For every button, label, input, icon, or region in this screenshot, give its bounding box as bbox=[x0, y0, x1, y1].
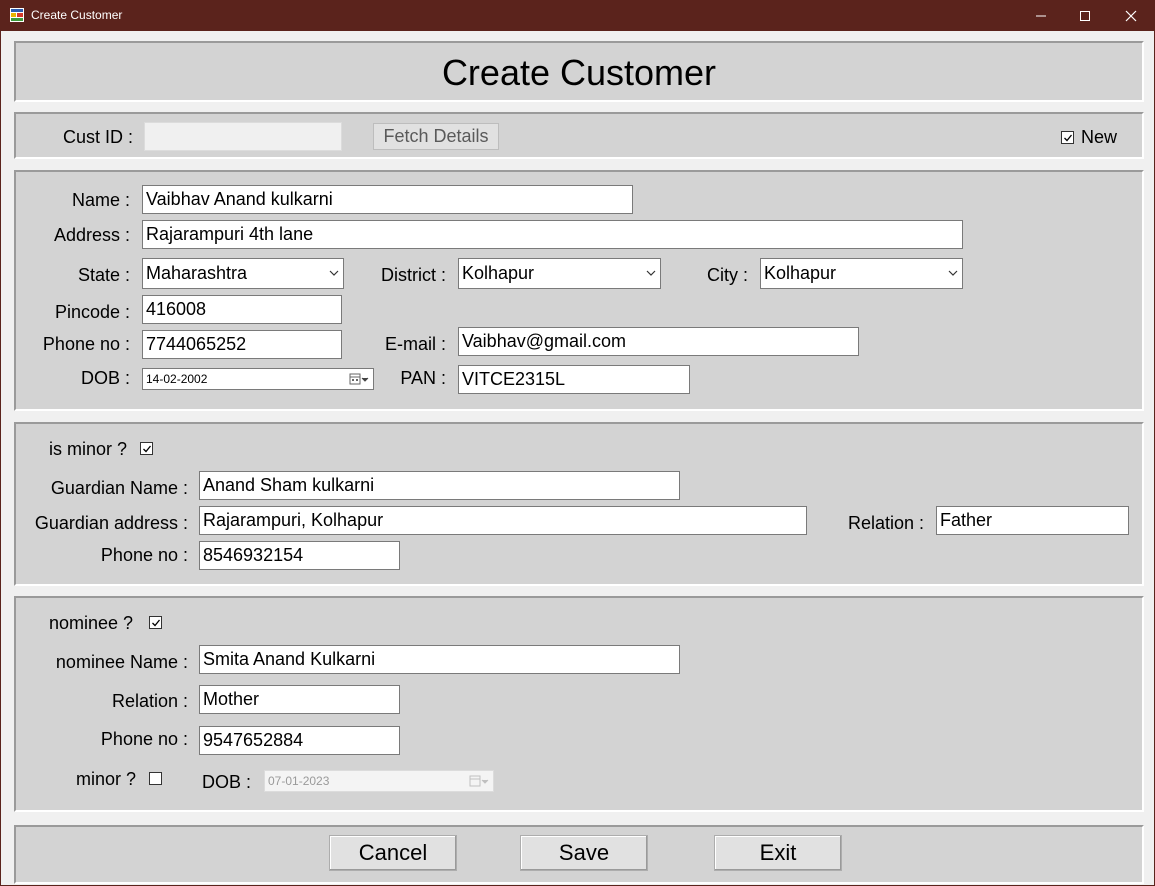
checkmark-icon bbox=[1064, 134, 1073, 142]
close-button[interactable] bbox=[1108, 0, 1154, 31]
cust-id-label: Cust ID : bbox=[63, 127, 134, 147]
fetch-details-button[interactable]: Fetch Details bbox=[373, 123, 499, 150]
state-value: Maharashtra bbox=[146, 263, 248, 283]
nominee-minor-checkbox[interactable] bbox=[149, 772, 162, 785]
guardian-phone-label: Phone no : bbox=[100, 545, 188, 565]
email-input[interactable]: Vaibhav@gmail.com bbox=[458, 327, 859, 356]
name-input[interactable]: Vaibhav Anand kulkarni bbox=[142, 185, 633, 214]
window-titlebar: Create Customer bbox=[0, 0, 1155, 31]
minimize-button[interactable] bbox=[1018, 0, 1064, 31]
fetch-panel: Cust ID : Fetch Details New bbox=[14, 112, 1144, 159]
window-title: Create Customer bbox=[31, 8, 123, 22]
minimize-icon bbox=[1036, 15, 1046, 16]
app-icon bbox=[10, 8, 24, 22]
form-client-area: Create Customer Cust ID : Fetch Details … bbox=[0, 31, 1155, 886]
calendar-icon bbox=[469, 775, 489, 787]
dob-value: 14-02-2002 bbox=[146, 372, 208, 386]
city-value: Kolhapur bbox=[764, 263, 837, 283]
phone-label: Phone no : bbox=[42, 334, 130, 354]
pan-input[interactable]: VITCE2315L bbox=[458, 365, 690, 394]
cancel-button[interactable]: Cancel bbox=[329, 835, 457, 871]
guardian-relation-input[interactable]: Father bbox=[936, 506, 1129, 535]
nominee-name-label: nominee Name : bbox=[55, 652, 188, 672]
pincode-input[interactable]: 416008 bbox=[142, 295, 342, 324]
guardian-panel: is minor ? Guardian Name : Anand Sham ku… bbox=[14, 422, 1144, 586]
is-minor-label: is minor ? bbox=[49, 439, 128, 459]
checkmark-icon bbox=[152, 619, 161, 627]
is-minor-checkbox[interactable] bbox=[140, 442, 153, 455]
new-checkbox[interactable] bbox=[1061, 131, 1074, 144]
actions-panel: Cancel Save Exit bbox=[14, 825, 1144, 884]
nominee-minor-label: minor ? bbox=[76, 769, 137, 789]
district-label: District : bbox=[381, 265, 446, 285]
dob-label: DOB : bbox=[80, 368, 130, 388]
nominee-dob-label: DOB : bbox=[202, 772, 252, 792]
nominee-relation-label: Relation : bbox=[111, 691, 188, 711]
state-select[interactable]: Maharashtra bbox=[142, 258, 344, 289]
nominee-relation-input[interactable]: Mother bbox=[199, 685, 400, 714]
guardian-name-label: Guardian Name : bbox=[50, 478, 188, 498]
email-label: E-mail : bbox=[384, 334, 446, 354]
city-label: City : bbox=[706, 265, 748, 285]
save-button[interactable]: Save bbox=[520, 835, 648, 871]
city-select[interactable]: Kolhapur bbox=[760, 258, 963, 289]
guardian-address-input[interactable]: Rajarampuri, Kolhapur bbox=[199, 506, 807, 535]
close-icon bbox=[1125, 10, 1137, 21]
nominee-dob-date-picker[interactable]: 07-01-2023 bbox=[264, 770, 494, 792]
chevron-down-icon bbox=[646, 270, 656, 276]
nominee-checkbox[interactable] bbox=[149, 616, 162, 629]
exit-button[interactable]: Exit bbox=[714, 835, 842, 871]
guardian-name-input[interactable]: Anand Sham kulkarni bbox=[199, 471, 680, 500]
nominee-phone-label: Phone no : bbox=[100, 729, 188, 749]
checkmark-icon bbox=[143, 445, 152, 453]
page-title: Create Customer bbox=[441, 52, 717, 93]
guardian-relation-label: Relation : bbox=[847, 513, 924, 533]
nominee-phone-input[interactable]: 9547652884 bbox=[199, 726, 400, 755]
chevron-down-icon bbox=[329, 270, 339, 276]
chevron-down-icon bbox=[948, 270, 958, 276]
phone-input[interactable]: 7744065252 bbox=[142, 330, 342, 359]
nominee-panel: nominee ? nominee Name : Smita Anand Kul… bbox=[14, 596, 1144, 812]
district-value: Kolhapur bbox=[462, 263, 535, 283]
customer-details-panel: Name : Vaibhav Anand kulkarni Address : … bbox=[14, 170, 1144, 411]
nominee-label: nominee ? bbox=[49, 613, 134, 633]
state-label: State : bbox=[77, 265, 130, 285]
address-label: Address : bbox=[53, 225, 130, 245]
header-panel: Create Customer bbox=[14, 41, 1144, 102]
maximize-icon bbox=[1080, 10, 1090, 21]
guardian-address-label: Guardian address : bbox=[34, 513, 188, 533]
address-input[interactable]: Rajarampuri 4th lane bbox=[142, 220, 963, 249]
dob-date-picker[interactable]: 14-02-2002 bbox=[142, 368, 374, 390]
district-select[interactable]: Kolhapur bbox=[458, 258, 661, 289]
new-label: New bbox=[1081, 127, 1118, 147]
pincode-label: Pincode : bbox=[54, 302, 130, 322]
cust-id-input[interactable] bbox=[144, 122, 342, 151]
nominee-name-input[interactable]: Smita Anand Kulkarni bbox=[199, 645, 680, 674]
nominee-dob-value: 07-01-2023 bbox=[268, 774, 330, 788]
guardian-phone-input[interactable]: 8546932154 bbox=[199, 541, 400, 570]
pan-label: PAN : bbox=[400, 368, 446, 388]
name-label: Name : bbox=[71, 190, 130, 210]
maximize-button[interactable] bbox=[1062, 0, 1108, 31]
